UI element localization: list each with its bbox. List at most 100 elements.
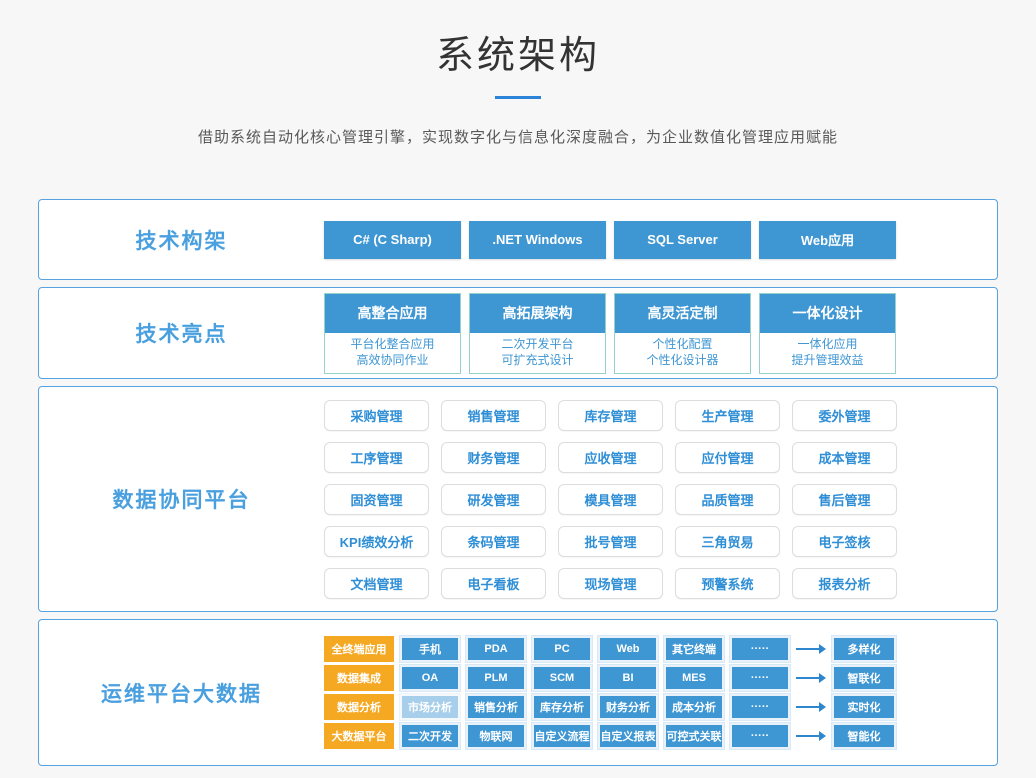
module-chip-document[interactable]: 文档管理 <box>324 568 429 599</box>
ops-item-web[interactable]: Web <box>598 636 658 662</box>
ops-item-bi[interactable]: BI <box>598 665 658 691</box>
highlight-card-title: 高拓展架构 <box>470 294 605 333</box>
highlight-card-body: 二次开发平台 可扩充式设计 <box>470 333 605 373</box>
highlight-line: 平台化整合应用 <box>325 336 460 352</box>
ops-item-mes[interactable]: MES <box>664 665 724 691</box>
ops-item-ellipsis: ····· <box>730 665 790 691</box>
page-header: 系统架构 借助系统自动化核心管理引擎，实现数字化与信息化深度融合，为企业数值化管… <box>0 0 1036 147</box>
module-chip-report[interactable]: 报表分析 <box>792 568 897 599</box>
section-tech-highlights: 技术亮点 高整合应用 平台化整合应用 高效协同作业 高拓展架构 二次开发平台 可… <box>38 287 998 379</box>
tech-button-csharp[interactable]: C# (C Sharp) <box>324 221 461 259</box>
highlight-line: 二次开发平台 <box>470 336 605 352</box>
section-ops-platform: 运维平台大数据 全终端应用 手机 PDA PC Web 其它终端 ····· 多… <box>38 619 998 766</box>
ops-item-scm[interactable]: SCM <box>532 665 592 691</box>
ops-item-pc[interactable]: PC <box>532 636 592 662</box>
highlight-card-title: 高灵活定制 <box>615 294 750 333</box>
ops-item-sales-analysis[interactable]: 销售分析 <box>466 694 526 720</box>
ops-row-terminals: 全终端应用 手机 PDA PC Web 其它终端 ····· 多样化 <box>324 636 899 662</box>
highlight-card-extensibility: 高拓展架构 二次开发平台 可扩充式设计 <box>469 293 606 374</box>
ops-item-iot[interactable]: 物联网 <box>466 723 526 749</box>
ops-platform-label: 运维平台大数据 <box>39 678 324 708</box>
page: 系统架构 借助系统自动化核心管理引擎，实现数字化与信息化深度融合，为企业数值化管… <box>0 0 1036 778</box>
page-subtitle: 借助系统自动化核心管理引擎，实现数字化与信息化深度融合，为企业数值化管理应用赋能 <box>0 126 1036 147</box>
highlight-line: 个性化设计器 <box>615 352 750 368</box>
data-platform-label: 数据协同平台 <box>39 484 324 514</box>
ops-item-plm[interactable]: PLM <box>466 665 526 691</box>
ops-result-realtime: 实时化 <box>832 694 896 720</box>
ops-item-controllable-link[interactable]: 可控式关联 <box>664 723 724 749</box>
highlight-line: 可扩充式设计 <box>470 352 605 368</box>
module-chip-kpi[interactable]: KPI绩效分析 <box>324 526 429 557</box>
title-underline <box>495 96 541 99</box>
module-chip-fixed-assets[interactable]: 固资管理 <box>324 484 429 515</box>
ops-category-badge: 大数据平台 <box>324 723 394 749</box>
tech-button-sql-server[interactable]: SQL Server <box>614 221 751 259</box>
module-chip-inventory[interactable]: 库存管理 <box>558 400 663 431</box>
ops-item-inventory-analysis[interactable]: 库存分析 <box>532 694 592 720</box>
ops-item-pda[interactable]: PDA <box>466 636 526 662</box>
ops-item-market-analysis[interactable]: 市场分析 <box>400 694 460 720</box>
ops-result-connected: 智联化 <box>832 665 896 691</box>
highlight-line: 个性化配置 <box>615 336 750 352</box>
module-chip-purchase[interactable]: 采购管理 <box>324 400 429 431</box>
module-chip-process[interactable]: 工序管理 <box>324 442 429 473</box>
ops-item-oa[interactable]: OA <box>400 665 460 691</box>
module-chip-rnd[interactable]: 研发管理 <box>441 484 546 515</box>
module-chip-sales[interactable]: 销售管理 <box>441 400 546 431</box>
ops-item-secondary-dev[interactable]: 二次开发 <box>400 723 460 749</box>
ops-result-diverse: 多样化 <box>832 636 896 662</box>
module-chip-outsourcing[interactable]: 委外管理 <box>792 400 897 431</box>
arrow-right-icon <box>796 702 826 712</box>
highlight-card-title: 一体化设计 <box>760 294 895 333</box>
ops-row-integration: 数据集成 OA PLM SCM BI MES ····· 智联化 <box>324 665 899 691</box>
highlight-card-body: 一体化应用 提升管理效益 <box>760 333 895 373</box>
module-chip-alert[interactable]: 预警系统 <box>675 568 780 599</box>
module-chip-kanban[interactable]: 电子看板 <box>441 568 546 599</box>
tech-button-web-app[interactable]: Web应用 <box>759 221 896 259</box>
ops-result-intelligent: 智能化 <box>832 723 896 749</box>
ops-category-badge: 数据集成 <box>324 665 394 691</box>
tech-framework-label: 技术构架 <box>39 225 324 255</box>
module-chip-aftersales[interactable]: 售后管理 <box>792 484 897 515</box>
highlight-card-integration: 高整合应用 平台化整合应用 高效协同作业 <box>324 293 461 374</box>
tech-button-dotnet-windows[interactable]: .NET Windows <box>469 221 606 259</box>
ops-item-ellipsis: ····· <box>730 636 790 662</box>
section-data-platform: 数据协同平台 采购管理 销售管理 库存管理 生产管理 委外管理 工序管理 财务管… <box>38 386 998 612</box>
module-chip-receivable[interactable]: 应收管理 <box>558 442 663 473</box>
module-chip-payable[interactable]: 应付管理 <box>675 442 780 473</box>
ops-item-custom-workflow[interactable]: 自定义流程 <box>532 723 592 749</box>
tech-highlights-label: 技术亮点 <box>39 318 324 348</box>
ops-item-ellipsis: ····· <box>730 723 790 749</box>
module-chip-cost[interactable]: 成本管理 <box>792 442 897 473</box>
ops-item-custom-report[interactable]: 自定义报表 <box>598 723 658 749</box>
ops-item-cost-analysis[interactable]: 成本分析 <box>664 694 724 720</box>
highlight-line: 高效协同作业 <box>325 352 460 368</box>
page-title: 系统架构 <box>0 24 1036 79</box>
highlight-card-title: 高整合应用 <box>325 294 460 333</box>
ops-rows: 全终端应用 手机 PDA PC Web 其它终端 ····· 多样化 数据集成 … <box>324 636 899 749</box>
module-chip-esign[interactable]: 电子签核 <box>792 526 897 557</box>
module-chip-triangular-trade[interactable]: 三角贸易 <box>675 526 780 557</box>
module-chip-batch[interactable]: 批号管理 <box>558 526 663 557</box>
ops-row-bigdata: 大数据平台 二次开发 物联网 自定义流程 自定义报表 可控式关联 ····· 智… <box>324 723 899 749</box>
module-chip-barcode[interactable]: 条码管理 <box>441 526 546 557</box>
ops-item-ellipsis: ····· <box>730 694 790 720</box>
arrow-right-icon <box>796 673 826 683</box>
module-chip-mold[interactable]: 模具管理 <box>558 484 663 515</box>
tech-framework-buttons: C# (C Sharp) .NET Windows SQL Server Web… <box>324 221 899 259</box>
module-chip-finance[interactable]: 财务管理 <box>441 442 546 473</box>
highlight-card-unified: 一体化设计 一体化应用 提升管理效益 <box>759 293 896 374</box>
highlight-card-body: 个性化配置 个性化设计器 <box>615 333 750 373</box>
section-tech-framework: 技术构架 C# (C Sharp) .NET Windows SQL Serve… <box>38 199 998 280</box>
highlight-card-flexibility: 高灵活定制 个性化配置 个性化设计器 <box>614 293 751 374</box>
ops-item-finance-analysis[interactable]: 财务分析 <box>598 694 658 720</box>
arrow-right-icon <box>796 731 826 741</box>
ops-item-other-terminal[interactable]: 其它终端 <box>664 636 724 662</box>
arrow-right-icon <box>796 644 826 654</box>
module-chip-production[interactable]: 生产管理 <box>675 400 780 431</box>
module-chip-quality[interactable]: 品质管理 <box>675 484 780 515</box>
module-chip-onsite[interactable]: 现场管理 <box>558 568 663 599</box>
module-grid: 采购管理 销售管理 库存管理 生产管理 委外管理 工序管理 财务管理 应收管理 … <box>324 400 899 599</box>
ops-category-badge: 数据分析 <box>324 694 394 720</box>
ops-item-mobile[interactable]: 手机 <box>400 636 460 662</box>
